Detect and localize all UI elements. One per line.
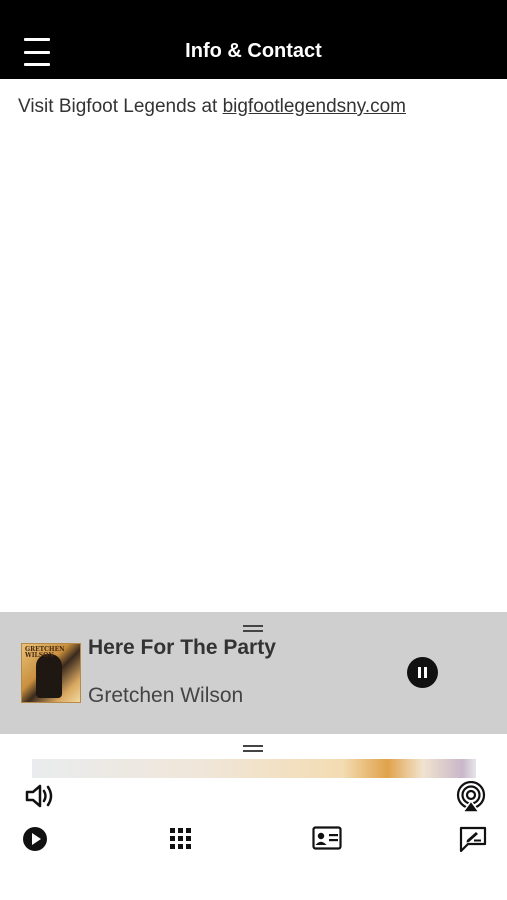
info-text: Visit Bigfoot Legends at bigfootlegendsn…	[18, 96, 497, 118]
chat-icon[interactable]	[459, 826, 487, 852]
drag-handle-icon[interactable]	[243, 625, 263, 632]
info-text-label: Visit Bigfoot Legends at	[18, 96, 223, 117]
header-bar: Info & Contact	[0, 0, 507, 79]
banner-image	[32, 759, 476, 778]
website-link[interactable]: bigfootlegendsny.com	[223, 96, 406, 117]
album-art: GRETCHEN WILSON	[21, 643, 81, 703]
grid-icon[interactable]	[170, 828, 192, 850]
volume-icon[interactable]	[24, 781, 54, 811]
now-playing-bar[interactable]: GRETCHEN WILSON Here For The Party Gretc…	[0, 612, 507, 734]
contact-card-icon[interactable]	[312, 826, 342, 850]
play-icon[interactable]	[22, 826, 48, 852]
track-artist: Gretchen Wilson	[88, 684, 244, 707]
track-title: Here For The Party	[88, 636, 276, 659]
pause-button[interactable]	[407, 657, 438, 688]
page-title: Info & Contact	[185, 40, 322, 62]
album-art-text: GRETCHEN WILSON	[25, 646, 65, 659]
airplay-icon[interactable]	[455, 781, 487, 813]
drawer-handle-icon[interactable]	[243, 745, 263, 752]
bottom-drawer	[0, 734, 507, 900]
